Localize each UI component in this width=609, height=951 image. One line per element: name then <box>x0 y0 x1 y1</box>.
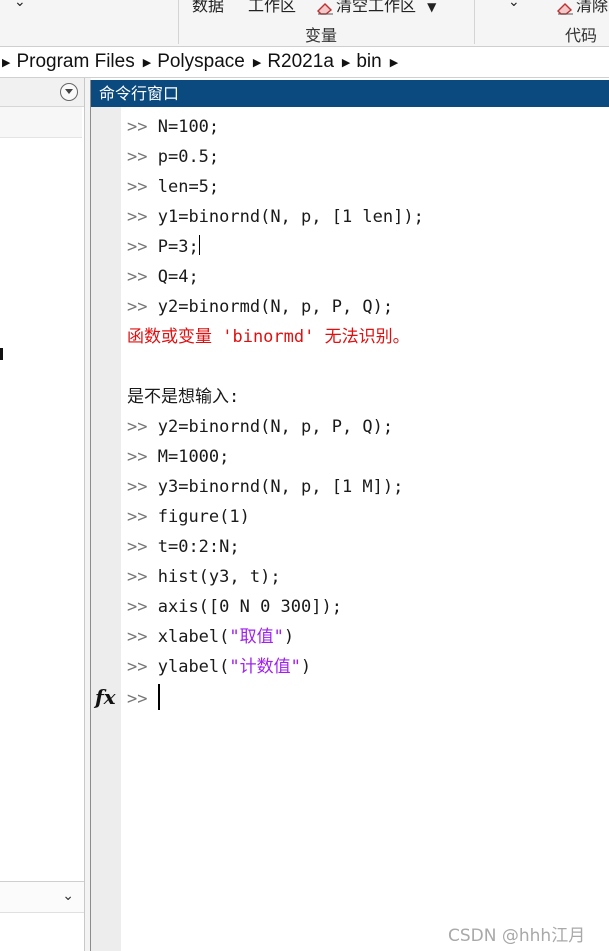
command-window-title: 命令行窗口 <box>91 80 609 107</box>
command-line: >> Q=4; <box>127 267 199 287</box>
breadcrumb-arrow-icon[interactable]: ▶ <box>2 56 10 69</box>
command-line: >> figure(1) <box>127 507 250 527</box>
string-literal: "取值" <box>229 627 284 647</box>
breadcrumb-polyspace[interactable]: Polyspace <box>157 51 245 73</box>
command-line: >> M=1000; <box>127 447 230 467</box>
command-window[interactable]: 命令行窗口 fx >> N=100; >> p=0.5; >> len=5; >… <box>90 80 609 951</box>
panel-marker <box>0 348 3 360</box>
eraser-icon <box>556 0 574 15</box>
command-window-body[interactable]: >> N=100; >> p=0.5; >> len=5; >> y1=bino… <box>121 107 609 951</box>
breadcrumb-r2021a[interactable]: R2021a <box>267 51 334 73</box>
breadcrumb-arrow-icon[interactable]: ▶ <box>143 56 151 69</box>
command-line: >> len=5; <box>127 177 220 197</box>
command-line: >> y1=binornd(N, p, [1 len]); <box>127 207 424 227</box>
breadcrumb: ▶ Program Files ▶ Polyspace ▶ R2021a ▶ b… <box>0 47 609 78</box>
command-line: >> axis([0 N 0 300]); <box>127 597 342 617</box>
breadcrumb-arrow-icon[interactable]: ▶ <box>390 56 398 69</box>
dropdown-arrow-icon[interactable]: ▼ <box>427 0 436 14</box>
breadcrumb-program-files[interactable]: Program Files <box>16 51 134 73</box>
chevron-down-icon[interactable]: ⌄ <box>14 0 26 10</box>
breadcrumb-arrow-icon[interactable]: ▶ <box>253 56 261 69</box>
command-line: >> p=0.5; <box>127 147 220 167</box>
suggestion-text: 是不是想输入: <box>127 387 240 407</box>
command-line: >> xlabel("取值") <box>127 627 295 647</box>
toolstrip-clear-workspace-button[interactable]: 清空工作区 ▼ <box>316 0 436 16</box>
current-folder-header <box>0 78 84 107</box>
command-line: >> y2=binornd(N, p, P, Q); <box>127 417 394 437</box>
watermark: CSDN @hhh江月 <box>448 926 586 946</box>
command-line: >> hist(y3, t); <box>127 567 281 587</box>
toolstrip-import-data-button[interactable]: 数据 <box>192 0 224 16</box>
folder-list-row[interactable] <box>0 107 82 138</box>
toolstrip-divider <box>178 0 179 44</box>
error-message: 函数或变量 'binormd' 无法识别。 <box>127 327 410 347</box>
toolstrip-group-code: 代码 <box>565 26 598 45</box>
command-line: >> P=3; <box>127 235 200 257</box>
command-line: >> t=0:2:N; <box>127 537 240 557</box>
breadcrumb-arrow-icon[interactable]: ▶ <box>342 56 350 69</box>
breadcrumb-bin[interactable]: bin <box>356 51 381 73</box>
function-browser-icon[interactable]: fx <box>95 685 116 709</box>
command-input-line[interactable]: >> <box>127 684 160 710</box>
command-line: >> ylabel("计数值") <box>127 657 312 677</box>
toolstrip-group-variable: 变量 <box>305 26 338 45</box>
clear-commands-label: 清除 <box>576 0 609 15</box>
toolstrip-clear-commands-button[interactable]: 清除 <box>556 0 608 16</box>
string-literal: "计数值" <box>229 657 301 677</box>
eraser-icon <box>316 0 334 15</box>
text-caret <box>157 684 160 710</box>
chevron-down-icon[interactable]: ⌄ <box>508 0 520 10</box>
panel-actions-menu-icon[interactable] <box>60 83 78 101</box>
clear-workspace-label: 清空工作区 <box>336 0 417 15</box>
command-window-gutter <box>91 107 121 951</box>
details-panel-toggle[interactable]: ⌄ <box>0 881 84 913</box>
toolstrip-save-workspace-button[interactable]: 工作区 <box>248 0 296 16</box>
chevron-down-icon[interactable]: ⌄ <box>62 888 74 904</box>
text-caret <box>198 235 200 255</box>
toolstrip: ⌄ 数据 工作区 清空工作区 ▼ ⌄ 清除 变量 代码 <box>0 0 609 47</box>
toolstrip-divider <box>474 0 475 44</box>
command-line: >> y3=binornd(N, p, [1 M]); <box>127 477 404 497</box>
current-folder-panel: ⌄ <box>0 78 85 951</box>
command-line: >> y2=binormd(N, p, P, Q); <box>127 297 394 317</box>
command-line: >> N=100; <box>127 117 220 137</box>
